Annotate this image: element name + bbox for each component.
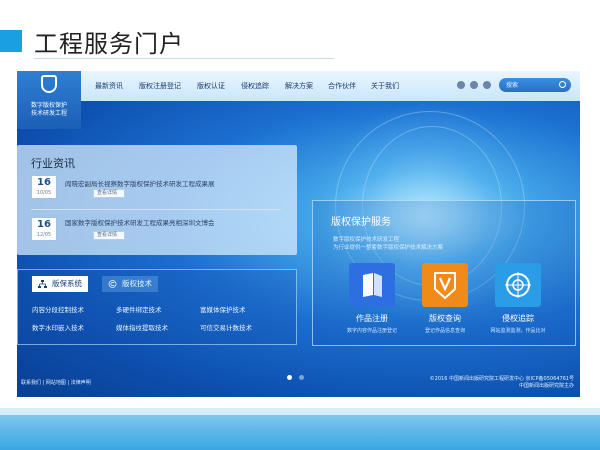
shield-icon[interactable] [470,81,478,89]
website-screenshot: 最新资讯 版权注册登记 版权认证 侵权追踪 解决方案 合作伙伴 关于我们 搜索 … [17,71,580,397]
logo-line-2: 技术研发工程 [30,110,67,117]
tech-item[interactable]: 多硬件绑定技术 [116,304,162,314]
tech-item[interactable]: 富媒体保护技术 [200,304,246,314]
settings-icon[interactable] [483,81,491,89]
search-placeholder: 搜索 [506,82,519,89]
more-button[interactable]: 查看详情 [93,231,125,240]
more-button[interactable]: 查看详情 [93,189,125,198]
service-card-tracking[interactable] [495,263,541,307]
tech-item[interactable]: 可信交易计数技术 [200,322,252,332]
tech-item[interactable]: 数字水印嵌入技术 [32,322,84,332]
site-logo[interactable]: 数字版权保护 技术研发工程 [17,71,81,129]
nav-item-news[interactable]: 最新资讯 [95,81,123,91]
service-label: 作品注册 [356,314,388,323]
service-label: 版权查询 [429,314,461,323]
slide-title: 工程服务门户 [34,30,184,58]
nav-item-solutions[interactable]: 解决方案 [285,81,313,91]
user-icon[interactable] [457,81,465,89]
service-card-query[interactable] [422,263,468,307]
news-item-title[interactable]: 阎晓宏副局长视察数字版权保护技术研发工程成果展 [65,178,215,188]
service-desc: 网站监测监测，作品比对 [490,328,546,334]
nav-item-about[interactable]: 关于我们 [371,81,399,91]
date-month: 10/05 [36,190,52,196]
tech-item[interactable]: 媒体指纹提取技术 [116,322,168,332]
service-desc: 数字内容作品注册登记 [346,328,397,334]
org-text: 中国新闻出版研究院主办 [518,383,574,389]
search-icon[interactable] [559,81,566,88]
tab-protection-system[interactable]: 版保系统 [32,276,88,292]
logo-line-1: 数字版权保护 [30,102,67,109]
carousel-dot[interactable] [299,375,304,380]
hierarchy-icon [38,280,47,288]
search-input[interactable]: 搜索 [499,78,571,92]
services-subtitle: 为行业提供一整套数字版权保护技术解决方案 [333,245,444,251]
target-icon [505,272,531,298]
title-divider [34,58,334,59]
nav-item-partners[interactable]: 合作伙伴 [328,81,356,91]
tech-item[interactable]: 内容分段控制技术 [32,304,84,314]
tab-label: 版保系统 [52,279,82,288]
title-accent-bar [0,30,22,52]
presentation-slide: 工程服务门户 最新资讯 版权注册登记 版权认证 侵权追踪 解决方案 合作伙伴 关… [0,0,600,450]
book-icon [363,273,382,297]
news-item-title[interactable]: 国家数字版权保护技术研发工程成果亮相深圳文博会 [65,217,215,227]
drm-logo-icon [41,75,57,93]
service-desc: 登记作品信息查询 [424,328,465,334]
news-date: 16 10/05 [31,175,57,199]
copyright-text: ©2016 中国新闻出版研究院工程研发中心 京ICP备05064761号 [429,376,574,382]
services-heading: 版权保护服务 [331,217,391,228]
date-day: 16 [37,219,51,230]
tech-tabs-panel: 版保系统 版权技术 内容分段控制技术 多硬件绑定技术 富媒体保护技术 数字水印嵌… [17,269,297,345]
tab-copyright-tech[interactable]: 版权技术 [102,276,158,292]
news-heading: 行业资讯 [31,157,75,170]
footer-links[interactable]: 联系我们 | 网站地图 | 法律声明 [21,379,91,386]
services-panel: 版权保护服务 数字版权保护技术研发工程 为行业提供一整套数字版权保护技术解决方案… [312,200,576,346]
date-month: 12/05 [36,232,52,238]
footer-band [0,415,600,450]
service-card-register[interactable] [349,263,395,307]
divider [31,209,281,210]
carousel-dot-active[interactable] [287,375,292,380]
news-panel: 行业资讯 16 10/05 阎晓宏副局长视察数字版权保护技术研发工程成果展 查看… [17,145,297,255]
service-label: 侵权追踪 [502,314,534,323]
v-shield-icon [434,272,456,300]
nav-item-tracking[interactable]: 侵权追踪 [241,81,269,91]
news-date: 16 12/05 [31,217,57,241]
footer-copyright: ©2016 中国新闻出版研究院工程研发中心 京ICP备05064761号 中国新… [430,376,574,390]
nav-item-registration[interactable]: 版权注册登记 [139,81,181,91]
nav-item-certification[interactable]: 版权认证 [197,81,225,91]
copyright-icon [108,280,117,288]
tab-label: 版权技术 [122,279,152,288]
top-nav-bar: 最新资讯 版权注册登记 版权认证 侵权追踪 解决方案 合作伙伴 关于我们 搜索 [17,71,580,101]
date-day: 16 [37,177,51,188]
services-subtitle: 数字版权保护技术研发工程 [333,237,400,243]
